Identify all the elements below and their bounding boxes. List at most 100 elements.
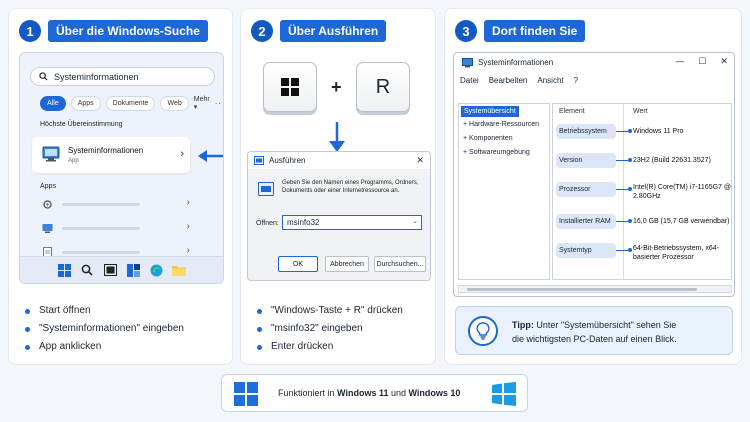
element-label: Betriebssystem	[556, 124, 616, 139]
tree-item-components[interactable]: + Komponenten	[463, 135, 513, 142]
column-header-element[interactable]: Element	[559, 108, 585, 115]
task-view-icon[interactable]	[103, 263, 117, 277]
apps-label: Apps	[40, 183, 56, 190]
menu-bar: Datei Bearbeiten Ansicht ?	[460, 76, 578, 85]
edge-browser-icon[interactable]	[149, 263, 163, 277]
menu-edit[interactable]: Bearbeiten	[489, 76, 528, 85]
tree-item-system-summary[interactable]: Systemübersicht	[461, 106, 519, 117]
category-tree: Systemübersicht + Hardware-Ressourcen + …	[458, 103, 550, 280]
close-icon[interactable]: ✕	[416, 155, 424, 166]
run-icon	[254, 156, 264, 165]
system-info-icon	[42, 146, 60, 162]
footer-win11: Windows 11	[337, 388, 389, 398]
start-menu: Systeminformationen Alle Apps Dokumente …	[19, 52, 224, 284]
widgets-icon[interactable]	[126, 263, 140, 277]
scrollbar-thumb[interactable]	[467, 288, 697, 291]
value-text: Windows 11 Pro	[633, 128, 684, 135]
instruction-item: "Windows-Taste + R" drücken	[257, 305, 403, 317]
chevron-down-icon[interactable]: ⌄	[412, 217, 418, 225]
chevron-right-icon: ›	[186, 197, 190, 208]
window-controls: — ☐ ✕	[675, 56, 728, 67]
instruction-item: "Systeminformationen" eingeben	[25, 323, 184, 335]
app-result[interactable]: ›	[42, 221, 190, 235]
value-text: 64-Bit-Betriebssystem, x64-basierter Pro…	[633, 245, 719, 261]
filter-more-label: Mehr	[193, 96, 210, 103]
menu-view[interactable]: Ansicht	[537, 76, 563, 85]
connector-dot	[628, 129, 632, 133]
element-label: Version	[556, 153, 616, 168]
search-icon[interactable]	[80, 263, 94, 277]
tip-box: Tipp: Unter "Systemübersicht" sehen Sie …	[455, 306, 733, 355]
open-input[interactable]: msinfo32 ⌄	[282, 215, 422, 230]
filter-all[interactable]: Alle	[40, 96, 66, 111]
tip-line-1: Unter "Systemübersicht" sehen Sie	[536, 320, 677, 330]
horizontal-scrollbar[interactable]	[458, 285, 732, 293]
tree-item-software[interactable]: + Softwareumgebung	[463, 149, 530, 156]
tree-item-hardware[interactable]: + Hardware-Ressourcen	[463, 121, 539, 128]
best-match-type: App	[68, 158, 79, 164]
connector-dot	[628, 248, 632, 252]
instruction-item: "msinfo32" eingeben	[257, 323, 403, 335]
file-explorer-icon[interactable]	[172, 263, 186, 277]
more-options-icon[interactable]: ···	[215, 99, 223, 108]
connector-dot	[628, 158, 632, 162]
run-dialog: Ausführen ✕ Geben Sie den Namen eines Pr…	[247, 151, 431, 281]
best-match-label: Höchste Übereinstimmung	[40, 121, 123, 128]
chevron-right-icon: ›	[186, 221, 190, 232]
windows-11-logo-icon	[234, 382, 258, 406]
lightbulb-icon	[468, 316, 498, 346]
search-icon	[39, 72, 48, 81]
window-title: Systeminformationen	[478, 58, 554, 67]
windows-key	[263, 62, 317, 112]
best-match-name: Systeminformationen	[68, 146, 144, 155]
tip-text: Tipp: Unter "Systemübersicht" sehen Sie …	[512, 318, 677, 346]
ok-button[interactable]: OK	[278, 256, 318, 272]
step-title: Dort finden Sie	[484, 20, 586, 42]
filter-apps[interactable]: Apps	[70, 96, 101, 111]
value-text: Intel(R) Core(TM) i7-1165G7 @ 2.80GHz	[633, 184, 731, 200]
step-title: Über die Windows-Suche	[48, 20, 208, 42]
minimize-icon[interactable]: —	[675, 56, 684, 67]
filter-documents[interactable]: Dokumente	[105, 96, 156, 111]
instruction-item: Enter drücken	[257, 341, 403, 353]
search-value: Systeminformationen	[54, 71, 139, 82]
cancel-button[interactable]: Abbrechen	[325, 256, 369, 272]
windows-logo-icon	[281, 78, 299, 96]
compatibility-text: Funktioniert in Windows 11 und Windows 1…	[278, 388, 460, 398]
menu-file[interactable]: Datei	[460, 76, 479, 85]
step-1-header: 1 Über die Windows-Suche	[19, 20, 208, 42]
filter-more[interactable]: Mehr ▾	[194, 96, 210, 111]
open-label: Öffnen:	[256, 220, 279, 227]
step-3-header: 3 Dort finden Sie	[455, 20, 586, 42]
details-list: Element Wert Betriebssystem Windows 11 P…	[552, 103, 732, 280]
system-info-titlebar: Systeminformationen — ☐ ✕	[454, 53, 734, 72]
search-filters: Alle Apps Dokumente Web Mehr ▾ ···	[40, 96, 223, 111]
search-input[interactable]: Systeminformationen	[30, 67, 215, 86]
run-program-icon	[258, 182, 274, 196]
close-icon[interactable]: ✕	[720, 56, 728, 67]
windows-start-icon[interactable]	[57, 263, 71, 277]
footer-win10: Windows 10	[408, 388, 461, 398]
step-2-header: 2 Über Ausführen	[251, 20, 387, 42]
maximize-icon[interactable]: ☐	[698, 56, 706, 67]
arrow-down-icon	[329, 122, 345, 152]
footer-mid: und	[388, 388, 409, 398]
app-result[interactable]: ›	[42, 197, 190, 211]
browse-button[interactable]: Durchsuchen...	[374, 256, 426, 272]
tip-line-2: die wichtigsten PC-Daten auf einen Blick…	[512, 334, 677, 344]
step-2-panel: 2 Über Ausführen + R Ausführen ✕ Geben S…	[240, 8, 436, 365]
step-3-panel: 3 Dort finden Sie Systeminformationen — …	[444, 8, 742, 365]
connector-dot	[628, 187, 632, 191]
menu-help[interactable]: ?	[574, 76, 578, 85]
placeholder-bar	[62, 227, 140, 230]
best-match-result[interactable]: Systeminformationen App ›	[32, 137, 190, 173]
settings-icon	[43, 200, 52, 209]
r-key: R	[356, 62, 410, 112]
step-1-panel: 1 Über die Windows-Suche Systeminformati…	[8, 8, 233, 365]
element-label: Installierter RAM	[556, 214, 616, 229]
element-label: Systemtyp	[556, 243, 616, 258]
run-dialog-title: Ausführen	[269, 156, 306, 165]
filter-web[interactable]: Web	[160, 96, 189, 111]
system-info-icon	[462, 57, 473, 67]
column-header-value[interactable]: Wert	[633, 108, 648, 115]
